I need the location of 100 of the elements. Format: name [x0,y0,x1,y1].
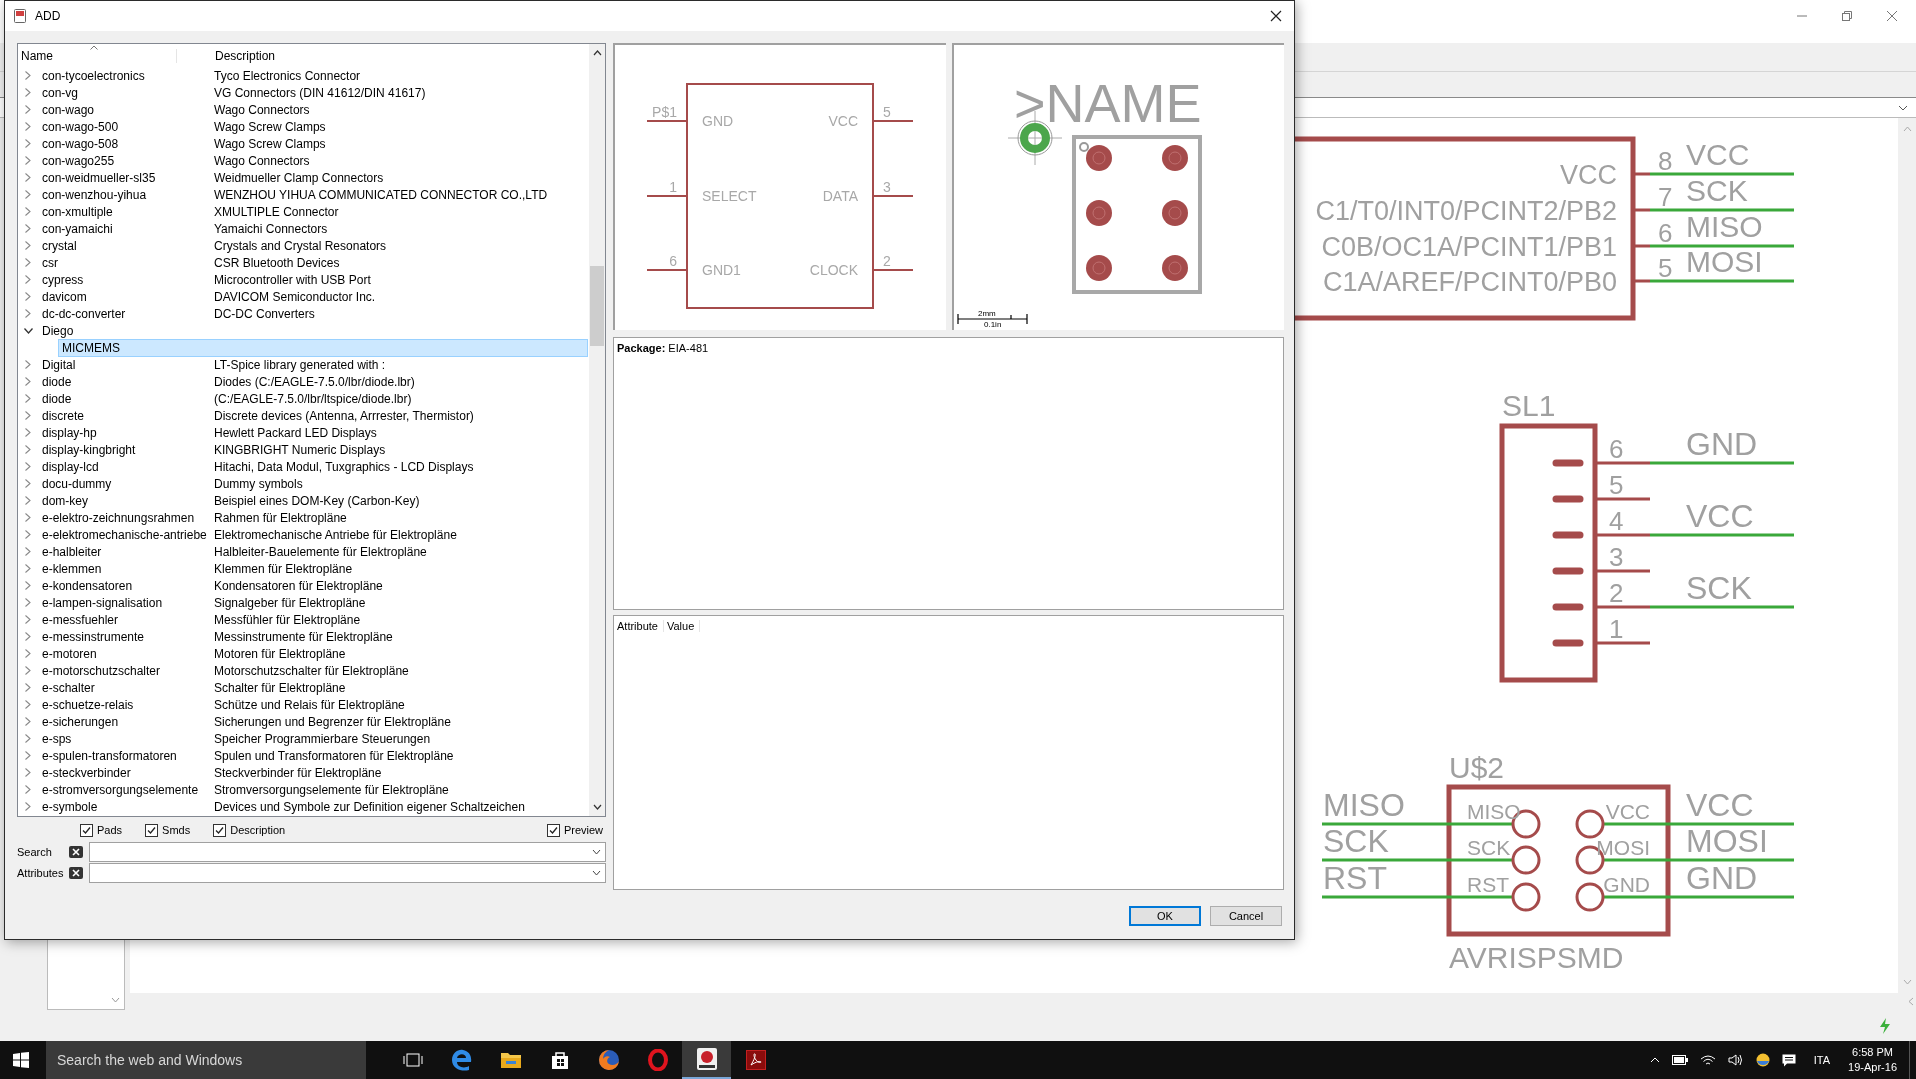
library-row[interactable]: display-hp Hewlett Packard LED Displays [38,423,588,442]
library-row[interactable]: display-kingbright KINGBRIGHT Numeric Displays [38,440,588,459]
collapsed-chevron-icon[interactable] [25,734,31,743]
library-row[interactable]: e-symbole Devices und Symbole zur Definition eigener Schaltzeichen [38,797,588,816]
collapsed-chevron-icon[interactable] [25,751,31,760]
column-header[interactable]: Name [18,49,177,63]
library-row[interactable]: e-sps Speicher Programmierbare Steuerungen [38,729,588,748]
collapsed-chevron-icon[interactable] [25,564,31,573]
library-row[interactable]: con-weidmueller-sl35 Weidmueller Clamp Connectors [38,168,588,187]
dialog-button[interactable]: Cancel [1210,906,1282,926]
collapsed-chevron-icon[interactable] [25,309,31,318]
library-row[interactable]: e-motoren Motoren für Elektropläne [38,644,588,663]
search-field[interactable]: Search the web and Windows [46,1041,366,1079]
library-row[interactable]: con-wago-500 Wago Screw Clamps [38,117,588,136]
scrollbar-thumb[interactable] [590,266,604,346]
combo-field[interactable] [89,863,606,883]
collapsed-chevron-icon[interactable] [25,428,31,437]
library-row[interactable]: e-lampen-signalisation Signalgeber für Elektropläne [38,593,588,612]
chevron-up-icon[interactable] [1649,1057,1660,1063]
option-checkbox[interactable]: Smds [145,823,191,837]
library-row[interactable]: e-elektromechanische-antriebe Elektromechanische Antriebe für Elektropläne [38,525,588,544]
library-row[interactable]: e-stromversorgungselemente Stromversorgungselemente für Elektropläne [38,780,588,799]
library-row[interactable]: con-wago Wago Connectors [38,100,588,119]
collapsed-chevron-icon[interactable] [25,683,31,692]
collapsed-chevron-icon[interactable] [25,207,31,216]
option-checkbox[interactable]: Description [213,823,286,837]
option-checkbox[interactable]: Pads [80,823,123,837]
library-row[interactable]: display-lcd Hitachi, Data Modul, Tuxgraphics - LCD Displays [38,457,588,476]
library-row[interactable]: e-schalter Schalter für Elektropläne [38,678,588,697]
library-row[interactable]: docu-dummy Dummy symbols [38,474,588,493]
library-row[interactable]: Diego [38,321,588,340]
collapsed-chevron-icon[interactable] [25,445,31,454]
library-row[interactable]: con-yamaichi Yamaichi Connectors [38,219,588,238]
collapsed-chevron-icon[interactable] [25,547,31,556]
scroll-up-icon[interactable] [592,50,602,56]
collapsed-chevron-icon[interactable] [25,768,31,777]
collapsed-chevron-icon[interactable] [25,292,31,301]
message-icon[interactable] [1781,1053,1796,1067]
collapsed-chevron-icon[interactable] [25,462,31,471]
library-row[interactable]: dom-key Beispiel eines DOM-Key (Carbon-Key) [38,491,588,510]
collapsed-chevron-icon[interactable] [25,394,31,403]
combo-field[interactable] [89,842,606,862]
library-row[interactable]: e-klemmen Klemmen für Elektropläne [38,559,588,578]
checkbox[interactable] [145,823,159,837]
collapsed-chevron-icon[interactable] [25,496,31,505]
library-row[interactable]: e-schuetze-relais Schütze und Relais für Elektropläne [38,695,588,714]
library-row[interactable]: e-messfuehler Messfühler für Elektropläne [38,610,588,629]
globe-icon[interactable] [1755,1053,1770,1067]
caret-icon[interactable] [111,997,120,1003]
library-row[interactable]: diode (C:/EAGLE-7.5.0/lbr/ltspice/diode.lbr) [38,389,588,408]
windows-logo-icon[interactable] [13,1052,29,1068]
column-header[interactable]: Value [663,620,701,632]
library-row[interactable]: davicom DAVICOM Semiconductor Inc. [38,287,588,306]
collapsed-chevron-icon[interactable] [25,377,31,386]
collapsed-chevron-icon[interactable] [25,649,31,658]
collapsed-chevron-icon[interactable] [25,241,31,250]
wifi-icon[interactable] [1699,1054,1716,1066]
expanded-chevron-icon[interactable] [23,327,33,334]
collapsed-chevron-icon[interactable] [25,615,31,624]
collapsed-chevron-icon[interactable] [25,360,31,369]
library-row[interactable]: cypress Microcontroller with USB Port [38,270,588,289]
library-row[interactable]: diode Diodes (C:/EAGLE-7.5.0/lbr/diode.lbr) [38,372,588,391]
close-icon[interactable] [1270,10,1282,22]
library-row[interactable]: e-halbleiter Halbleiter-Bauelemente für Elektropläne [38,542,588,561]
library-row[interactable]: e-motorschutzschalter Motorschutzschalter für Elektropläne [38,661,588,680]
library-row[interactable]: Digital LT-Spice library generated with : [38,355,588,374]
library-row[interactable]: e-sicherungen Sicherungen und Begrenzer für Elektropläne [38,712,588,731]
speaker-icon[interactable] [1727,1054,1744,1066]
collapsed-chevron-icon[interactable] [25,156,31,165]
library-row[interactable]: e-kondensatoren Kondensatoren für Elektropläne [38,576,588,595]
battery-icon[interactable] [1671,1055,1688,1065]
column-header[interactable]: Attribute [614,620,664,632]
checkbox[interactable] [80,823,93,837]
collapsed-chevron-icon[interactable] [25,717,31,726]
clear-icon[interactable] [69,846,83,858]
clock-date[interactable]: 19-Apr-16 [1848,1060,1897,1075]
library-row[interactable]: con-tycoelectronics Tyco Electronics Connector [38,66,588,85]
library-row[interactable]: e-messinstrumente Messinstrumente für Elektropläne [38,627,588,646]
taskbar-app-button[interactable] [682,1041,731,1079]
collapsed-chevron-icon[interactable] [25,173,31,182]
collapsed-chevron-icon[interactable] [25,700,31,709]
restore-icon[interactable] [1841,10,1853,22]
collapsed-chevron-icon[interactable] [25,598,31,607]
collapsed-chevron-icon[interactable] [25,530,31,539]
clock-time[interactable]: 6:58 PM [1852,1045,1893,1060]
library-row[interactable]: e-elektro-zeichnungsrahmen Rahmen für Elektropläne [38,508,588,527]
library-row[interactable]: e-spulen-transformatoren Spulen und Transformatoren für Elektropläne [38,746,588,765]
library-row[interactable]: e-steckverbinder Steckverbinder für Elektropläne [38,763,588,782]
collapsed-chevron-icon[interactable] [25,785,31,794]
collapsed-chevron-icon[interactable] [25,275,31,284]
checkbox[interactable] [213,823,227,837]
language-indicator[interactable]: ITA [1813,1054,1831,1066]
collapsed-chevron-icon[interactable] [25,105,31,114]
collapsed-chevron-icon[interactable] [25,139,31,148]
library-row[interactable]: con-wenzhou-yihua WENZHOU YIHUA COMMUNICATED CONNECTOR CO.,LTD [38,185,588,204]
collapsed-chevron-icon[interactable] [25,411,31,420]
collapsed-chevron-icon[interactable] [25,581,31,590]
collapsed-chevron-icon[interactable] [25,190,31,199]
clear-icon[interactable] [69,867,83,879]
column-header[interactable]: Description [177,49,276,63]
